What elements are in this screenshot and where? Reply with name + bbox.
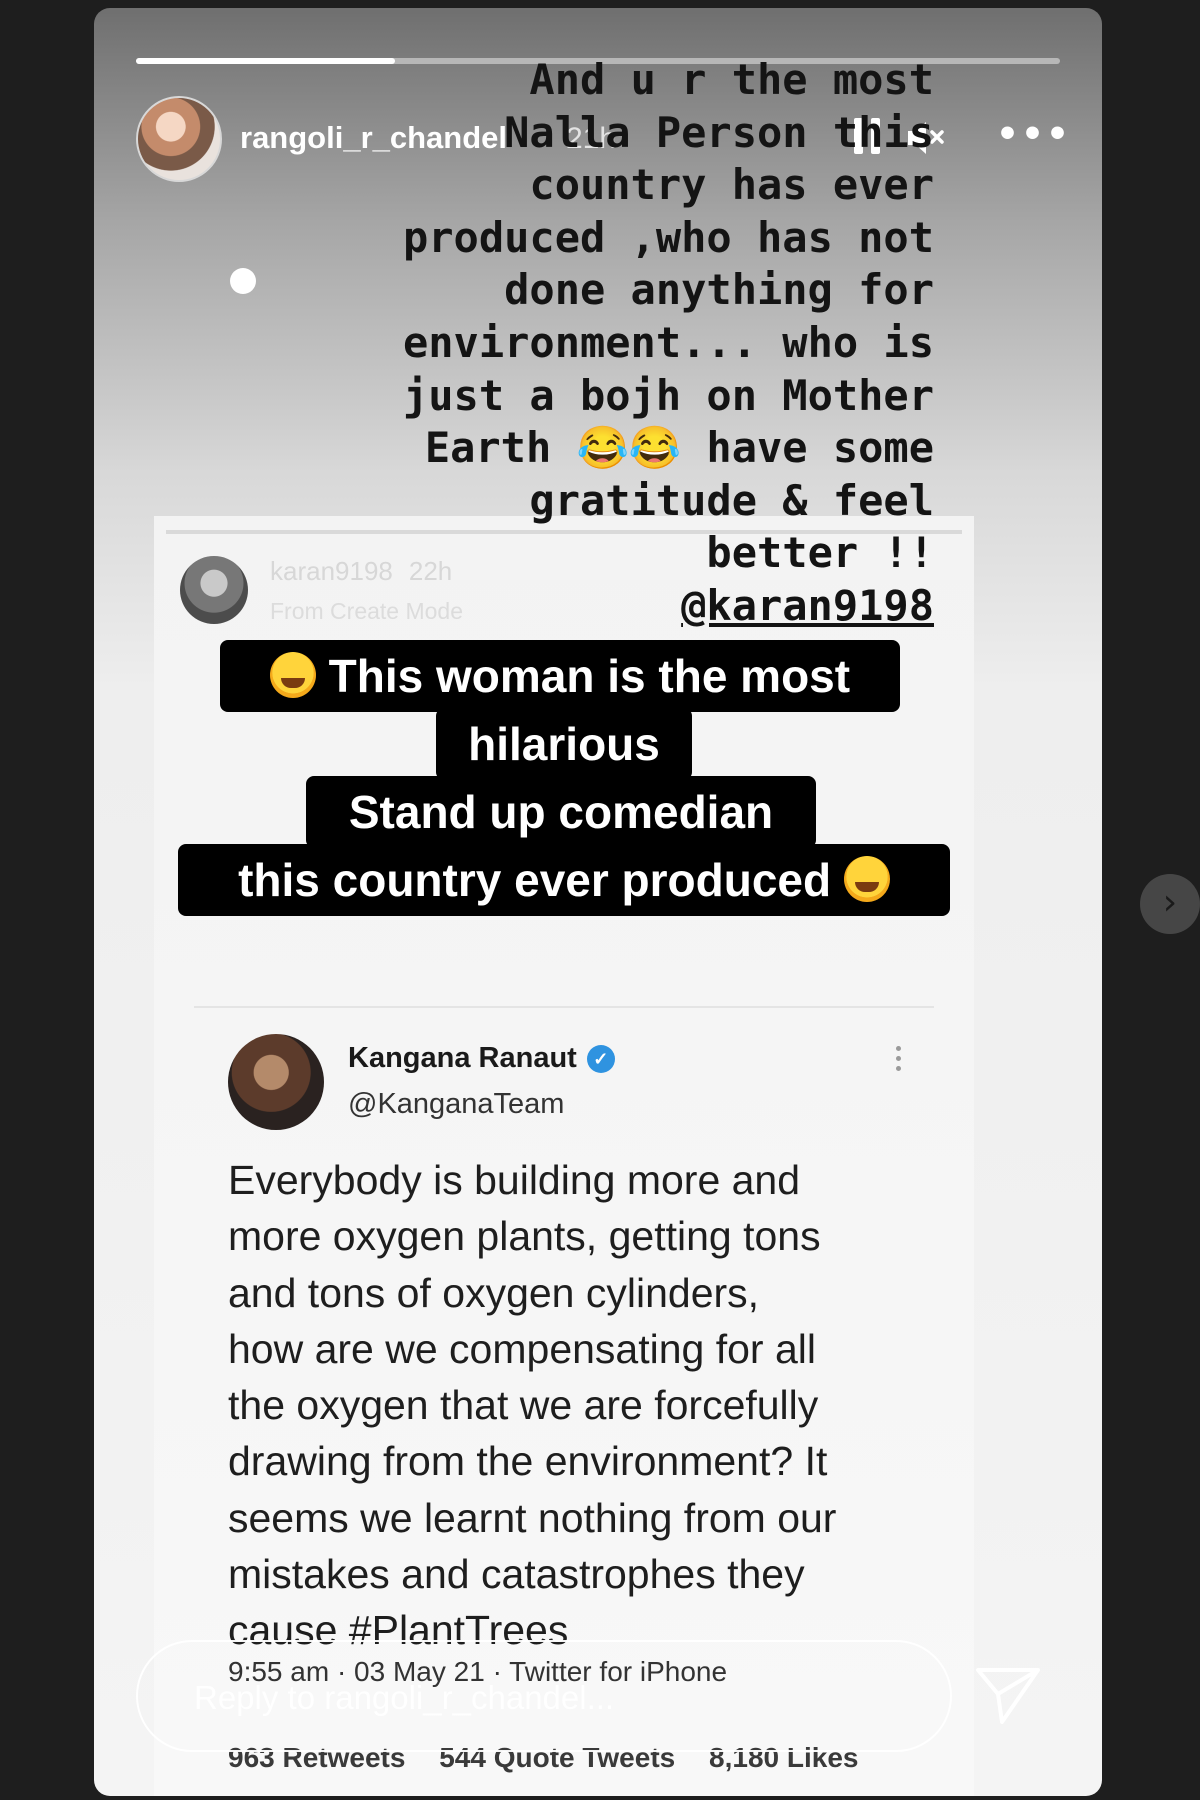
story-progress-fill [136,58,395,64]
tweet-author-row: Kangana Ranaut ✓ [348,1042,615,1075]
tweet-text-line: drawing from the environment? It [228,1438,828,1485]
tweet-text: Everybody is building more and more oxyge… [228,1152,928,1659]
tweet-text-line: how are we compensating for all [228,1325,816,1372]
tweet-text-line: more oxygen plants, getting tons [228,1213,821,1260]
sticker-line-2: hilarious [436,708,692,780]
text-sticker: This woman is the most hilarious Stand u… [154,640,974,960]
sticker-line-1: This woman is the most [220,640,900,712]
sticker-line-3: Stand up comedian [306,776,816,848]
send-icon[interactable] [974,1664,1044,1728]
caption-line: And u r the most [529,55,934,104]
tweet-divider [194,1006,934,1008]
reply-input[interactable] [192,1672,896,1724]
caption-line: Earth 😂😂 have some [424,423,934,473]
inner-avatar [180,556,248,624]
rofl-emoji-icon [269,652,316,698]
sticker-dot [230,268,256,294]
profile-avatar[interactable] [136,96,222,182]
shared-story-card: karan9198 22h From Create Mode This woman… [154,516,974,1796]
caption-line: just a bojh on Mother [402,370,934,420]
caption-line: gratitude & feel [529,475,934,525]
story-caption: And u r the most Nalla Person this country… [374,54,934,633]
reply-box[interactable] [136,1640,952,1752]
caption-line: country has ever [529,160,934,210]
tweet-avatar [228,1034,324,1130]
tweet-handle: @KanganaTeam [348,1088,565,1120]
story-frame[interactable]: rangoli_r_chandel 21h ••• karan9198 22h F… [94,8,1102,1796]
tweet-text-line: Everybody is building more and [228,1157,801,1203]
tweet-text-line: the oxygen that we are forcefully [228,1382,819,1429]
tweet-author-name: Kangana Ranaut [348,1042,577,1074]
verified-badge-icon: ✓ [586,1045,615,1073]
caption-text: And u r the most Nalla Person this country… [374,54,934,580]
tweet-text-line: seems we learnt nothing from our [228,1494,837,1541]
caption-line: produced ,who has not [402,212,934,262]
caption-line: done anything for [504,265,934,315]
next-story-button[interactable]: › [1140,874,1200,934]
tweet-menu-icon [896,1046,902,1076]
laughing-emoji-icon [843,856,890,902]
tweet-text-line: and tons of oxygen cylinders, [228,1269,760,1316]
caption-line: Nalla Person this [504,107,934,157]
sticker-line-4: this country ever produced [178,844,950,916]
caption-mention[interactable]: @karan9198 [374,580,934,633]
more-horizontal-icon[interactable]: ••• [996,114,1071,155]
caption-line: environment... who is [402,317,934,367]
tweet-text-line: mistakes and catastrophes they [228,1551,805,1598]
caption-line: better !! [706,528,934,578]
